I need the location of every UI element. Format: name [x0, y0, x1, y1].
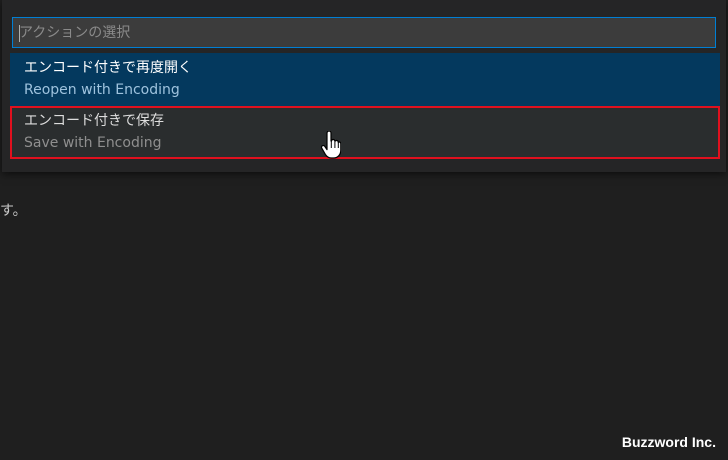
editor-text-fragment: す。: [0, 203, 27, 219]
text-caret: [19, 25, 20, 42]
quick-pick-item-description: Reopen with Encoding: [24, 82, 180, 98]
hand-pointer-icon: [321, 131, 341, 159]
quick-pick-input-box[interactable]: [12, 17, 716, 48]
quick-pick-widget: エンコード付きで再度開く Reopen with Encoding エンコード付…: [2, 0, 726, 172]
quick-pick-item-description: Save with Encoding: [24, 135, 162, 151]
quick-pick-list: エンコード付きで再度開く Reopen with Encoding エンコード付…: [10, 53, 720, 159]
vscode-window: す。 エンコード付きで再度開く Reopen with Encoding エンコ…: [0, 0, 728, 460]
quick-pick-item-save-with-encoding[interactable]: エンコード付きで保存 Save with Encoding: [10, 106, 720, 159]
quick-pick-input[interactable]: [13, 18, 715, 47]
watermark: Buzzword Inc.: [621, 434, 716, 450]
quick-pick-item-reopen-with-encoding[interactable]: エンコード付きで再度開く Reopen with Encoding: [10, 53, 720, 106]
quick-pick-item-label: エンコード付きで保存: [24, 113, 164, 129]
quick-pick-item-label: エンコード付きで再度開く: [24, 60, 192, 76]
